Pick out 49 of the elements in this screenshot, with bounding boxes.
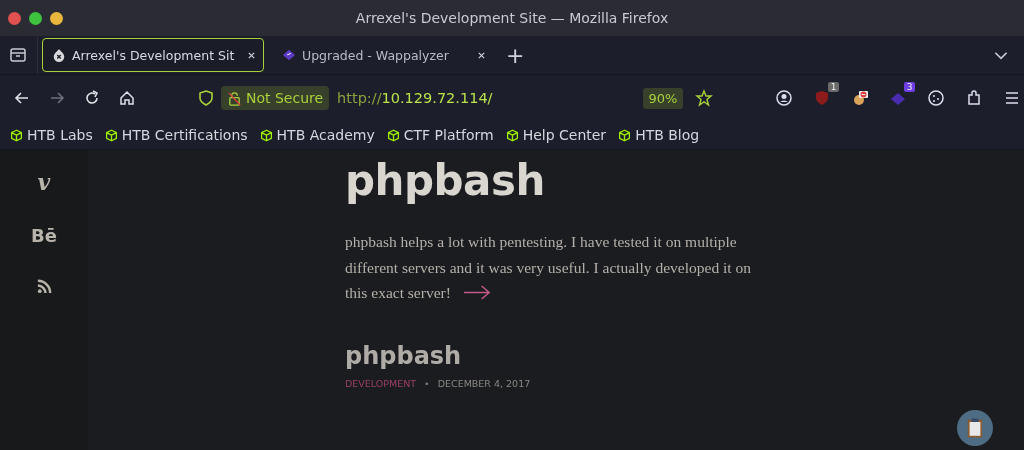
cube-icon (618, 128, 632, 142)
broken-lock-icon (227, 90, 242, 106)
new-tab-button[interactable]: + (506, 42, 525, 68)
minimize-window-button[interactable] (50, 11, 63, 25)
blocker-extension-icon[interactable] (851, 89, 870, 107)
social-link[interactable]: v (37, 170, 51, 194)
bookmark-star-icon[interactable] (695, 89, 714, 107)
cube-icon (386, 128, 400, 142)
not-secure-badge[interactable]: Not Secure (221, 86, 330, 110)
bookmark-item[interactable]: HTB Blog (618, 127, 700, 143)
cube-icon (104, 128, 118, 142)
cookie-icon[interactable] (927, 89, 946, 107)
excerpt-line: phpbash helps a lot with pentesting. I have tested it on multiple (345, 232, 737, 252)
bookmark-item[interactable]: CTF Platform (386, 127, 494, 143)
excerpt-line: different servers and it was very useful. I actually developed it on (345, 257, 752, 278)
browser-tab[interactable]: Upgraded - Wappalyzer (272, 38, 494, 72)
tab-list-icon[interactable] (9, 46, 27, 64)
count-badge: 1 (827, 82, 840, 92)
social-link[interactable]: Bē (31, 224, 57, 248)
window-title: Arrexel's Development Site — Mozilla Firefox (355, 10, 669, 26)
rss-icon[interactable] (35, 278, 53, 295)
shield-icon[interactable] (197, 89, 215, 107)
browser-tab[interactable]: Arrexel's Development Sit (42, 38, 264, 72)
post-date: DECEMBER 4, 2017 (437, 377, 531, 389)
count-badge: 3 (903, 82, 916, 92)
account-icon[interactable] (775, 89, 794, 107)
cube-icon (259, 128, 273, 142)
home-icon[interactable] (118, 89, 136, 107)
bookmark-item[interactable]: HTB Certifications (104, 127, 248, 143)
error-favicon-icon (52, 48, 66, 62)
bookmark-item[interactable]: HTB Academy (259, 127, 375, 143)
diamond-favicon-icon (282, 48, 296, 62)
url-text[interactable]: http://10.129.72.114/ (337, 90, 493, 106)
clipboard-button[interactable] (957, 410, 993, 446)
zoom-level-badge[interactable]: 90% (642, 87, 684, 109)
close-tab-icon[interactable] (477, 50, 486, 60)
reload-icon[interactable] (83, 89, 101, 107)
cube-icon (10, 128, 23, 142)
maximize-window-button[interactable] (29, 11, 42, 25)
read-more-arrow-icon[interactable] (462, 285, 491, 301)
close-tab-icon[interactable] (247, 50, 256, 60)
separator-dot: • (424, 377, 430, 389)
post-title[interactable]: phpbash (345, 341, 785, 370)
page-heading: phpbash (345, 156, 546, 205)
bookmark-item[interactable]: HTB Labs (10, 127, 93, 143)
cube-icon (505, 128, 519, 142)
excerpt-line: this exact server! (345, 283, 451, 303)
bookmark-item[interactable]: Help Center (505, 127, 607, 143)
close-window-button[interactable] (8, 11, 21, 25)
